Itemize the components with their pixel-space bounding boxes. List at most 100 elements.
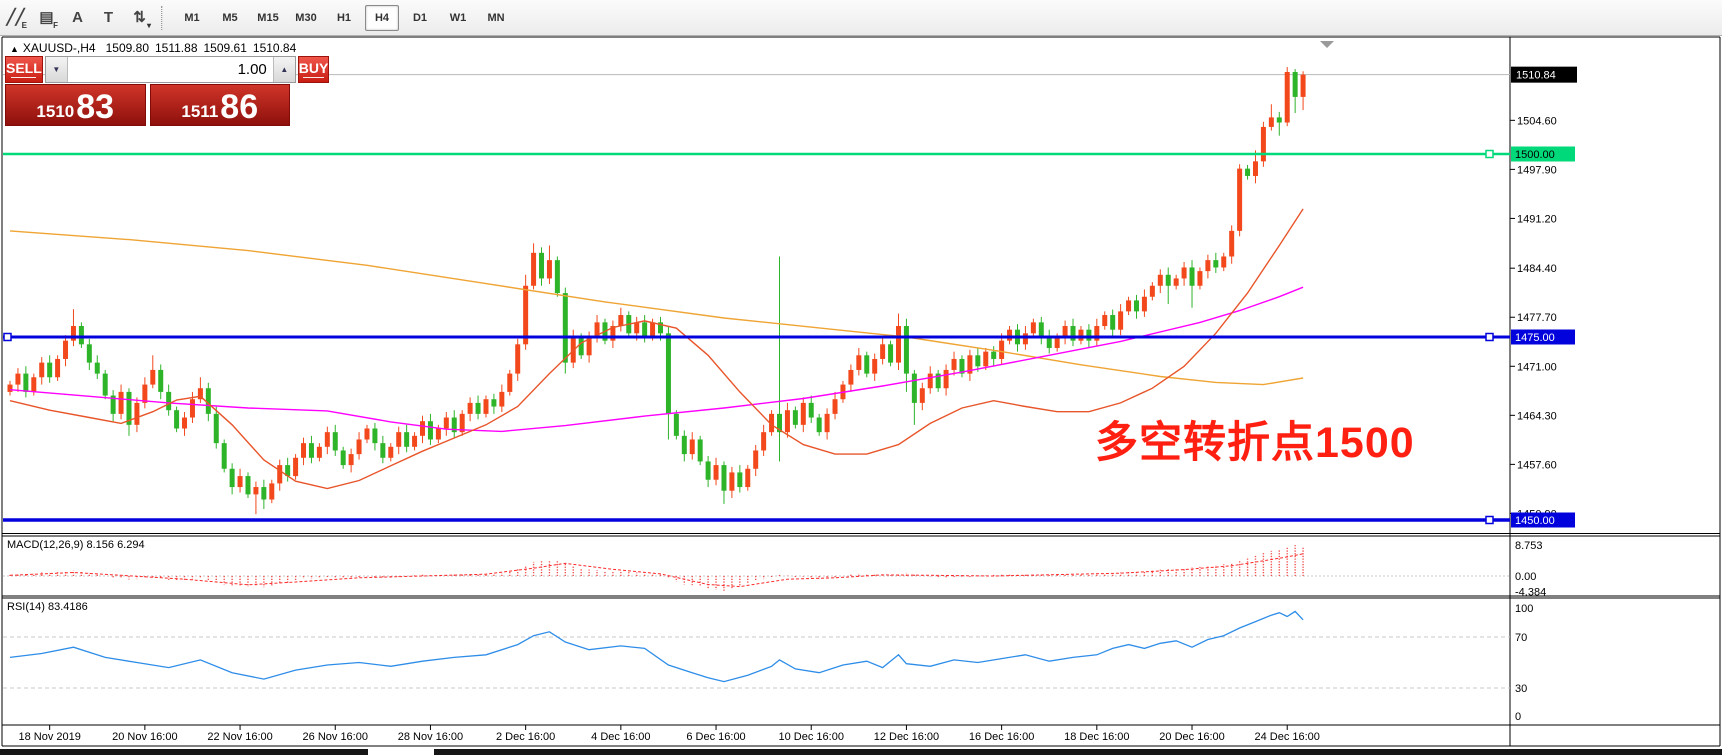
candle-body	[1301, 75, 1306, 97]
time-axis-label: 20 Dec 16:00	[1159, 731, 1224, 743]
chevron-up-icon: ▲	[280, 65, 288, 74]
candle-body	[372, 429, 377, 444]
candle-body	[269, 483, 274, 499]
rsi-indicator-value: 83.4186	[48, 601, 88, 613]
candle-body	[214, 414, 219, 443]
candle-body	[817, 418, 822, 433]
candle-body	[158, 370, 163, 392]
low-value: 1509.61	[204, 41, 247, 55]
collapse-panel-icon[interactable]: ▲	[10, 44, 19, 54]
candle-body	[1142, 297, 1147, 312]
candle-body	[912, 374, 917, 403]
candle-body	[293, 458, 298, 476]
candle-body	[87, 344, 92, 362]
candle-body	[301, 443, 306, 458]
candle-body	[182, 418, 187, 429]
candle-body	[23, 374, 28, 392]
line-handle[interactable]	[1486, 334, 1493, 341]
candle-body	[31, 377, 36, 392]
candle-body	[507, 374, 512, 392]
volume-input[interactable]	[68, 57, 273, 82]
candle-body	[761, 432, 766, 450]
high-value: 1511.88	[155, 41, 198, 55]
buy-price-handle: 1511	[181, 103, 218, 122]
buy-price-display[interactable]: 1511 86	[150, 84, 291, 126]
candle-body	[1277, 117, 1282, 122]
candle-body	[690, 439, 695, 454]
candle-body	[896, 326, 901, 363]
candle-body	[1245, 169, 1250, 176]
line-handle[interactable]	[4, 334, 11, 341]
time-axis-label: 18 Nov 2019	[18, 731, 80, 743]
line-handle[interactable]	[1486, 517, 1493, 524]
candle-body	[698, 439, 703, 461]
candle-body	[468, 403, 473, 414]
chart-text-annotation[interactable]: 多空转折点1500	[1095, 408, 1415, 470]
candle-body	[737, 472, 742, 487]
volume-control: ▼ ▲	[45, 56, 296, 83]
candle-body	[341, 450, 346, 465]
volume-increase-button[interactable]: ▲	[273, 57, 295, 82]
candle-body	[682, 436, 687, 454]
candle-body	[134, 403, 139, 425]
sell-button[interactable]: SELL	[5, 56, 43, 83]
candle-body	[1205, 260, 1210, 271]
candle-body	[650, 322, 655, 337]
one-click-trading-panel: SELL ▼ ▲ BUY 1510 83 1511 86	[5, 56, 290, 126]
candle-body	[1078, 330, 1083, 341]
time-axis-label: 28 Nov 16:00	[398, 731, 463, 743]
candle-body	[1285, 72, 1290, 123]
candle-body	[666, 333, 671, 414]
candle-body	[357, 439, 362, 454]
symbol-label: XAUUSD-,H4	[23, 41, 96, 55]
candle-body	[190, 399, 195, 417]
candle-body	[476, 403, 481, 414]
buy-button[interactable]: BUY	[298, 56, 330, 83]
candle-body	[79, 326, 84, 344]
candle-body	[222, 443, 227, 469]
candle-body	[1134, 300, 1139, 311]
buy-button-label: BUY	[299, 61, 329, 75]
candle-body	[856, 355, 861, 370]
candle-body	[1269, 117, 1274, 127]
candle-body	[245, 476, 250, 494]
price-tick-label: 1471.00	[1517, 361, 1557, 373]
rsi-axis-label: 70	[1515, 632, 1527, 644]
time-axis-label: 22 Nov 16:00	[207, 731, 272, 743]
macd-pane-label: MACD(12,26,9) 8.156 6.294	[7, 539, 145, 551]
sell-price-display[interactable]: 1510 83	[5, 84, 146, 126]
close-value: 1510.84	[253, 41, 296, 55]
open-value: 1509.80	[106, 41, 149, 55]
candle-body	[1197, 271, 1202, 286]
line-handle[interactable]	[1486, 151, 1493, 158]
candle-body	[1023, 333, 1028, 344]
candle-body	[1158, 275, 1163, 286]
price-tick-label: 1491.20	[1517, 213, 1557, 225]
ma-slow-line	[10, 231, 1303, 385]
candle-body	[388, 447, 393, 458]
candle-body	[579, 337, 584, 355]
time-axis-label: 2 Dec 16:00	[496, 731, 555, 743]
volume-decrease-button[interactable]: ▼	[46, 57, 68, 82]
candle-body	[1102, 315, 1107, 326]
candle-body	[1174, 278, 1179, 285]
candle-body	[412, 436, 417, 447]
candle-body	[880, 344, 885, 359]
candle-body	[1221, 256, 1226, 267]
macd-axis-label: 8.753	[1515, 540, 1543, 552]
chart-ohlc-header: ▲ XAUUSD-,H4 1509.80 1511.88 1509.61 1510.84	[10, 41, 302, 55]
price-tick-label: 1477.70	[1517, 312, 1557, 324]
candle-body	[150, 370, 155, 385]
buy-price-pips: 86	[220, 93, 258, 122]
macd-indicator-name: MACD(12,26,9)	[7, 539, 83, 551]
chart-shift-marker-icon[interactable]	[1320, 41, 1334, 48]
candle-body	[428, 421, 433, 439]
macd-axis-label: 0.00	[1515, 571, 1536, 583]
time-axis-label: 18 Dec 16:00	[1064, 731, 1129, 743]
candle-body	[674, 414, 679, 436]
candle-body	[1031, 322, 1036, 333]
candle-body	[333, 432, 338, 450]
candle-body	[1213, 260, 1218, 267]
candle-body	[809, 403, 814, 418]
candle-body	[349, 454, 354, 465]
